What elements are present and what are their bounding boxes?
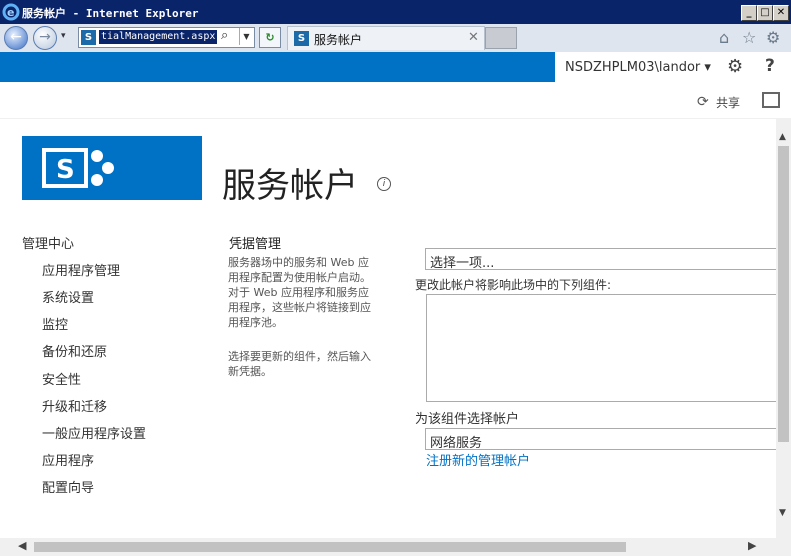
section-title: 凭据管理 — [229, 237, 282, 252]
vertical-scroll-thumb[interactable] — [778, 146, 789, 442]
history-dropdown-icon[interactable]: ▾ — [61, 31, 66, 41]
help-icon[interactable]: ? — [765, 56, 775, 76]
description-line: 用程序配置为使用帐户启动。 — [228, 271, 371, 284]
tab-title: 服务帐户 — [314, 33, 363, 47]
description-line: 用程序，这些帐户将链接到应 — [228, 301, 371, 314]
favorites-icon[interactable]: ☆ — [742, 28, 756, 47]
close-window-button[interactable]: ✕ — [773, 5, 789, 21]
section-description: 服务器场中的服务和 Web 应 用程序配置为使用帐户启动。 对于 Web 应用程… — [228, 255, 384, 330]
user-menu[interactable]: NSDZHPLM03\landor ▾ — [565, 60, 711, 75]
suite-bar — [0, 52, 555, 82]
component-select[interactable]: 选择一项... — [425, 248, 779, 271]
scroll-right-arrow[interactable]: ▶ — [748, 539, 756, 552]
address-bar[interactable]: S tialManagement.aspx ⌕ ▼ — [78, 27, 255, 48]
user-bar: NSDZHPLM03\landor ▾ ⚙ ? — [555, 52, 791, 82]
description-line: 用程序池。 — [228, 316, 283, 329]
refresh-button[interactable]: ↻ — [259, 27, 281, 48]
forward-button[interactable]: → — [33, 26, 57, 50]
nav-item-app-management[interactable]: 应用程序管理 — [42, 260, 120, 279]
instruction-line: 选择要更新的组件，然后输入 — [228, 350, 371, 363]
horizontal-scrollbar[interactable]: ◀ ▶ — [0, 538, 776, 556]
nav-item-general-app-settings[interactable]: 一般应用程序设置 — [42, 423, 146, 442]
scroll-left-arrow[interactable]: ◀ — [18, 539, 26, 552]
settings-gear-icon[interactable]: ⚙ — [727, 56, 743, 77]
browser-tab[interactable]: S 服务帐户 ✕ — [287, 26, 485, 50]
sharepoint-favicon-icon: S — [81, 30, 96, 45]
svg-text:e: e — [7, 6, 14, 19]
focus-mode-icon[interactable] — [762, 92, 780, 108]
internet-explorer-icon: e — [2, 3, 20, 21]
sharepoint-logo[interactable]: S — [22, 136, 202, 200]
info-icon[interactable]: i — [377, 177, 391, 191]
back-button[interactable]: ← — [4, 26, 28, 50]
minimize-button[interactable]: _ — [741, 5, 757, 21]
nav-item-config-wizards[interactable]: 配置向导 — [42, 477, 94, 496]
page-title: 服务帐户 — [222, 166, 358, 206]
nav-item-backup-restore[interactable]: 备份和还原 — [42, 341, 107, 360]
component-select-value: 选择一项... — [430, 256, 495, 271]
horizontal-scroll-thumb[interactable] — [34, 542, 626, 552]
tools-icon[interactable]: ⚙ — [766, 28, 780, 47]
nav-item-security[interactable]: 安全性 — [42, 369, 81, 388]
home-icon[interactable]: ⌂ — [719, 28, 729, 47]
nav-item-upgrade-migration[interactable]: 升级和迁移 — [42, 396, 107, 415]
scroll-down-arrow[interactable]: ▼ — [779, 508, 786, 518]
url-text[interactable]: tialManagement.aspx — [99, 30, 218, 44]
share-icon[interactable]: ⟳ — [697, 94, 709, 110]
maximize-button[interactable]: □ — [757, 5, 773, 21]
account-select[interactable]: 网络服务 — [425, 428, 779, 451]
account-label: 为该组件选择帐户 — [415, 412, 520, 427]
scroll-up-arrow[interactable]: ▲ — [779, 132, 786, 142]
nav-item-apps[interactable]: 应用程序 — [42, 450, 94, 469]
share-button[interactable]: 共享 — [716, 94, 740, 111]
nav-central-admin[interactable]: 管理中心 — [22, 233, 74, 252]
sharepoint-tab-icon: S — [294, 31, 309, 46]
svg-text:S: S — [56, 155, 75, 185]
nav-item-system-settings[interactable]: 系统设置 — [42, 287, 94, 306]
description-line: 对于 Web 应用程序和服务应 — [228, 286, 369, 299]
vertical-scrollbar[interactable]: ▲ ▼ — [776, 118, 791, 538]
description-line: 服务器场中的服务和 Web 应 — [228, 256, 369, 269]
search-icon[interactable]: ⌕ — [221, 28, 228, 43]
account-select-value: 网络服务 — [430, 436, 483, 451]
scrollbar-corner — [776, 538, 791, 556]
affected-components-label: 更改此帐户将影响此场中的下列组件: — [415, 278, 612, 292]
sharepoint-logo-icon: S — [42, 148, 114, 188]
register-managed-account-link[interactable]: 注册新的管理帐户 — [426, 450, 530, 469]
section-instruction: 选择要更新的组件，然后输入 新凭据。 — [228, 349, 384, 379]
window-title: 服务帐户 - Internet Explorer — [22, 7, 199, 20]
browser-nav-bar: ← → ▾ S tialManagement.aspx ⌕ ▼ ↻ S 服务帐户… — [0, 24, 791, 53]
instruction-line: 新凭据。 — [228, 365, 272, 378]
tab-close-icon[interactable]: ✕ — [468, 30, 479, 45]
window-title-bar: e 服务帐户 - Internet Explorer _ □ ✕ — [0, 0, 791, 24]
ribbon-row: ⟳ 共享 — [0, 82, 791, 119]
affected-components-list[interactable] — [426, 294, 779, 402]
new-tab-button[interactable] — [485, 27, 517, 49]
address-dropdown-icon[interactable]: ▼ — [239, 28, 253, 45]
nav-item-monitoring[interactable]: 监控 — [42, 314, 68, 333]
